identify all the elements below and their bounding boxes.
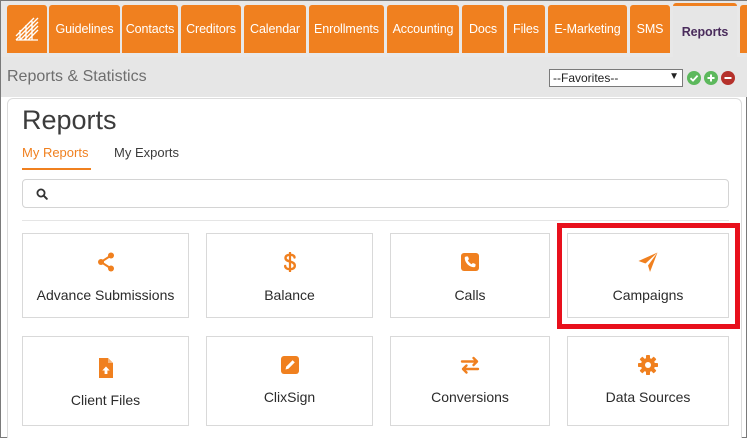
tab-enrollments[interactable]: Enrollments — [309, 5, 384, 53]
plus-icon — [707, 74, 715, 82]
section-title: Reports & Statistics — [7, 68, 147, 85]
favorite-remove-button[interactable] — [721, 71, 735, 85]
phone-icon — [461, 253, 479, 271]
tile-label: Calls — [454, 287, 486, 303]
tile-label: Client Files — [70, 392, 141, 408]
tab-docs[interactable]: Docs — [462, 5, 504, 53]
tab-creditors[interactable]: Creditors — [181, 5, 241, 53]
subheader-bar: Reports & Statistics --Favorites-- ▼ — [1, 57, 747, 97]
favorite-confirm-button[interactable] — [687, 71, 701, 85]
favorites-selected-value: --Favorites-- — [553, 71, 619, 85]
search-icon — [36, 188, 48, 200]
tile-label: Campaigns — [612, 287, 684, 303]
tile-label: Advance Submissions — [36, 287, 175, 303]
chevron-down-icon: ▼ — [669, 71, 679, 82]
top-navigation: Guidelines Contacts Creditors Calendar E… — [1, 1, 747, 57]
minus-icon — [724, 77, 732, 79]
tab-calendar[interactable]: Calendar — [244, 5, 306, 53]
tab-sms[interactable]: SMS — [630, 5, 670, 53]
file-upload-icon — [98, 358, 113, 378]
paper-plane-icon — [638, 252, 658, 272]
tab-files[interactable]: Files — [507, 5, 545, 53]
dollar-icon — [283, 252, 296, 272]
gear-icon — [638, 355, 658, 375]
subtab-my-exports[interactable]: My Exports — [114, 145, 179, 160]
tile-label: ClixSign — [263, 389, 316, 405]
edit-icon — [280, 356, 299, 374]
page-title: Reports — [22, 105, 117, 135]
search-input[interactable] — [22, 179, 729, 208]
report-tile-clixsign[interactable]: ClixSign — [206, 336, 373, 426]
exchange-icon — [460, 356, 480, 374]
divider — [22, 220, 729, 221]
app-logo[interactable] — [7, 5, 47, 53]
check-icon — [689, 74, 699, 82]
tab-contacts[interactable]: Contacts — [122, 5, 178, 53]
tab-guidelines[interactable]: Guidelines — [49, 5, 120, 53]
tab-reports[interactable]: Reports — [673, 3, 737, 57]
tile-label: Conversions — [431, 389, 509, 405]
tab-overflow[interactable] — [740, 5, 747, 53]
report-tile-calls[interactable]: Calls — [390, 233, 550, 318]
tab-e-marketing[interactable]: E-Marketing — [548, 5, 627, 53]
active-subtab-indicator — [22, 168, 91, 170]
tile-label: Balance — [264, 287, 315, 303]
subtab-my-reports[interactable]: My Reports — [22, 145, 88, 160]
report-tile-client-files[interactable]: Client Files — [22, 336, 189, 426]
logo-icon — [15, 17, 39, 41]
favorite-add-button[interactable] — [704, 71, 718, 85]
share-icon — [97, 252, 114, 272]
report-tile-balance[interactable]: Balance — [206, 233, 373, 318]
report-tile-advance-submissions[interactable]: Advance Submissions — [22, 233, 189, 318]
report-tile-campaigns[interactable]: Campaigns — [567, 233, 729, 318]
report-tile-data-sources[interactable]: Data Sources — [567, 336, 729, 426]
favorites-select[interactable]: --Favorites-- ▼ — [549, 69, 683, 87]
report-tile-conversions[interactable]: Conversions — [390, 336, 550, 426]
tile-label: Data Sources — [605, 389, 691, 405]
tab-accounting[interactable]: Accounting — [387, 5, 459, 53]
